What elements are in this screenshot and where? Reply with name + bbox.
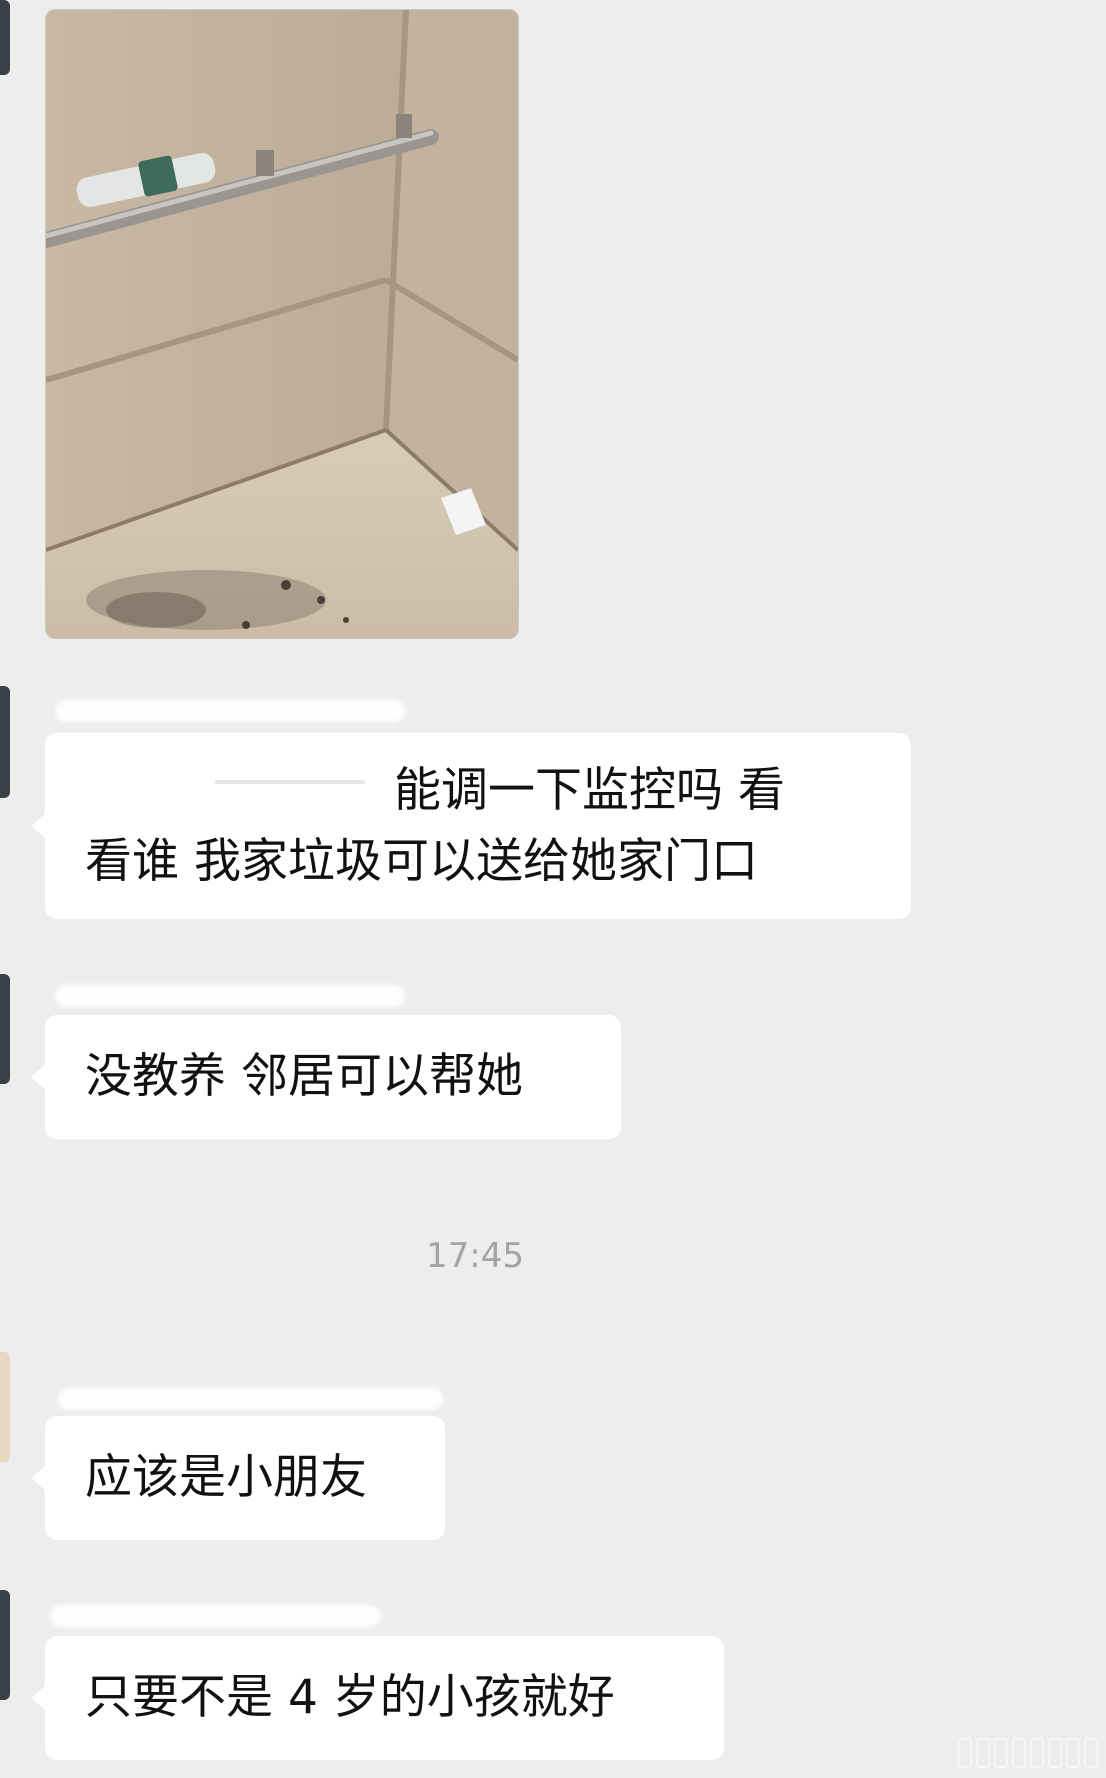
message-bubble[interactable]: 没教养 邻居可以帮她	[31, 1015, 621, 1139]
watermark-logo	[958, 1738, 1098, 1768]
sender-name	[55, 985, 405, 1007]
timestamp: 17:45	[426, 1236, 524, 1276]
avatar[interactable]	[0, 686, 10, 798]
message-text: 应该是小朋友	[85, 1450, 367, 1505]
message-bubble[interactable]: 能调一下监控吗 看 看谁 我家垃圾可以送给她家门口	[31, 733, 911, 919]
avatar[interactable]	[0, 0, 10, 75]
avatar[interactable]	[0, 1352, 10, 1462]
sender-name	[58, 1388, 443, 1410]
sender-name	[55, 700, 405, 722]
message-bubble[interactable]: 应该是小朋友	[31, 1416, 445, 1540]
elevator-photo	[46, 10, 518, 638]
image-message[interactable]	[45, 9, 519, 639]
message-text: 没教养 邻居可以帮她	[85, 1049, 523, 1104]
message-line: 能调一下监控吗 看	[85, 755, 873, 826]
redacted-text	[85, 773, 380, 814]
sender-name	[50, 1605, 380, 1627]
message-bubble[interactable]: 只要不是 4 岁的小孩就好	[31, 1636, 724, 1760]
message-line: 看谁 我家垃圾可以送给她家门口	[85, 834, 758, 889]
message-text: 只要不是 4 岁的小孩就好	[85, 1670, 615, 1725]
avatar[interactable]	[0, 974, 10, 1084]
avatar[interactable]	[0, 1590, 10, 1700]
